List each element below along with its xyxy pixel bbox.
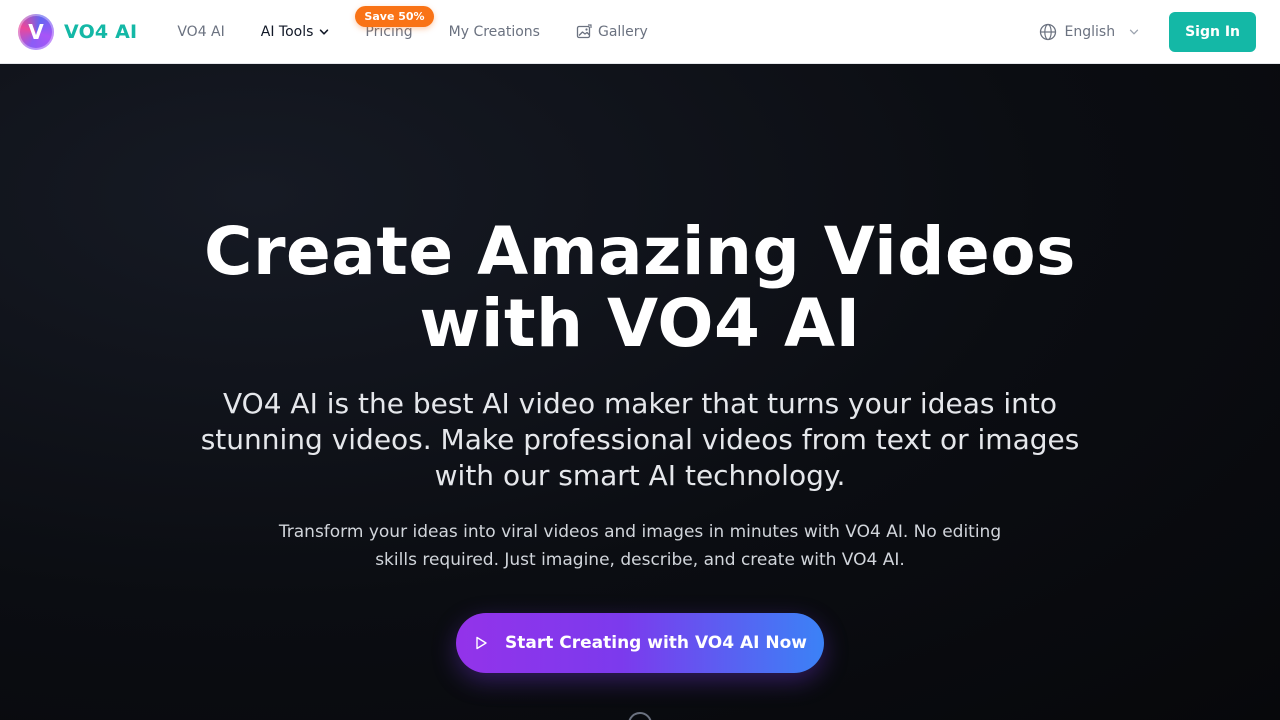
header-actions: English Sign In [1039, 11, 1256, 52]
start-creating-button[interactable]: Start Creating with VO4 AI Now [456, 613, 824, 673]
nav-item-gallery-label: Gallery [597, 23, 648, 40]
hero-title-line1: Create Amazing Videos [204, 213, 1076, 290]
main-nav: VO4 AI AI Tools Save 50% Pricing My Crea… [177, 0, 666, 64]
nav-item-my-creations-label: My Creations [448, 23, 540, 40]
chevron-down-icon [1129, 29, 1139, 34]
top-navbar: V VO4 AI VO4 AI AI Tools Save 50% Pricin… [0, 0, 1280, 64]
sign-in-button[interactable]: Sign In [1169, 11, 1256, 52]
start-creating-label: Start Creating with VO4 AI Now [504, 633, 808, 653]
hero-section: Create Amazing Videos with VO4 AI VO4 AI… [0, 64, 1280, 720]
play-icon [476, 636, 487, 650]
scroll-down-indicator[interactable] [628, 712, 652, 720]
nav-item-home-label: VO4 AI [177, 23, 225, 40]
nav-item-home[interactable]: VO4 AI [177, 0, 242, 64]
logo-icon: V [18, 13, 54, 50]
gallery-icon [576, 23, 592, 38]
hero-lead-text: VO4 AI is the best AI video maker that t… [200, 387, 1080, 492]
nav-item-ai-tools[interactable]: AI Tools [243, 0, 348, 64]
brand-name: VO4 AI [64, 20, 138, 43]
logo-letter: V [28, 19, 44, 44]
chevron-down-icon [320, 28, 329, 35]
nav-item-my-creations[interactable]: My Creations [431, 0, 558, 64]
nav-item-pricing[interactable]: Save 50% Pricing [347, 0, 434, 64]
brand-logo-link[interactable]: V VO4 AI [18, 13, 138, 50]
nav-item-ai-tools-label: AI Tools [260, 23, 314, 40]
hero-title: Create Amazing Videos with VO4 AI [0, 216, 1280, 360]
language-selector[interactable]: English [1039, 23, 1140, 41]
pricing-save-badge: Save 50% [355, 5, 434, 27]
nav-item-gallery[interactable]: Gallery [558, 0, 666, 64]
globe-icon [1039, 23, 1056, 40]
hero-sub-text: Transform your ideas into viral videos a… [278, 522, 1002, 570]
hero-title-line2: with VO4 AI [419, 285, 861, 362]
language-label: English [1064, 23, 1116, 40]
